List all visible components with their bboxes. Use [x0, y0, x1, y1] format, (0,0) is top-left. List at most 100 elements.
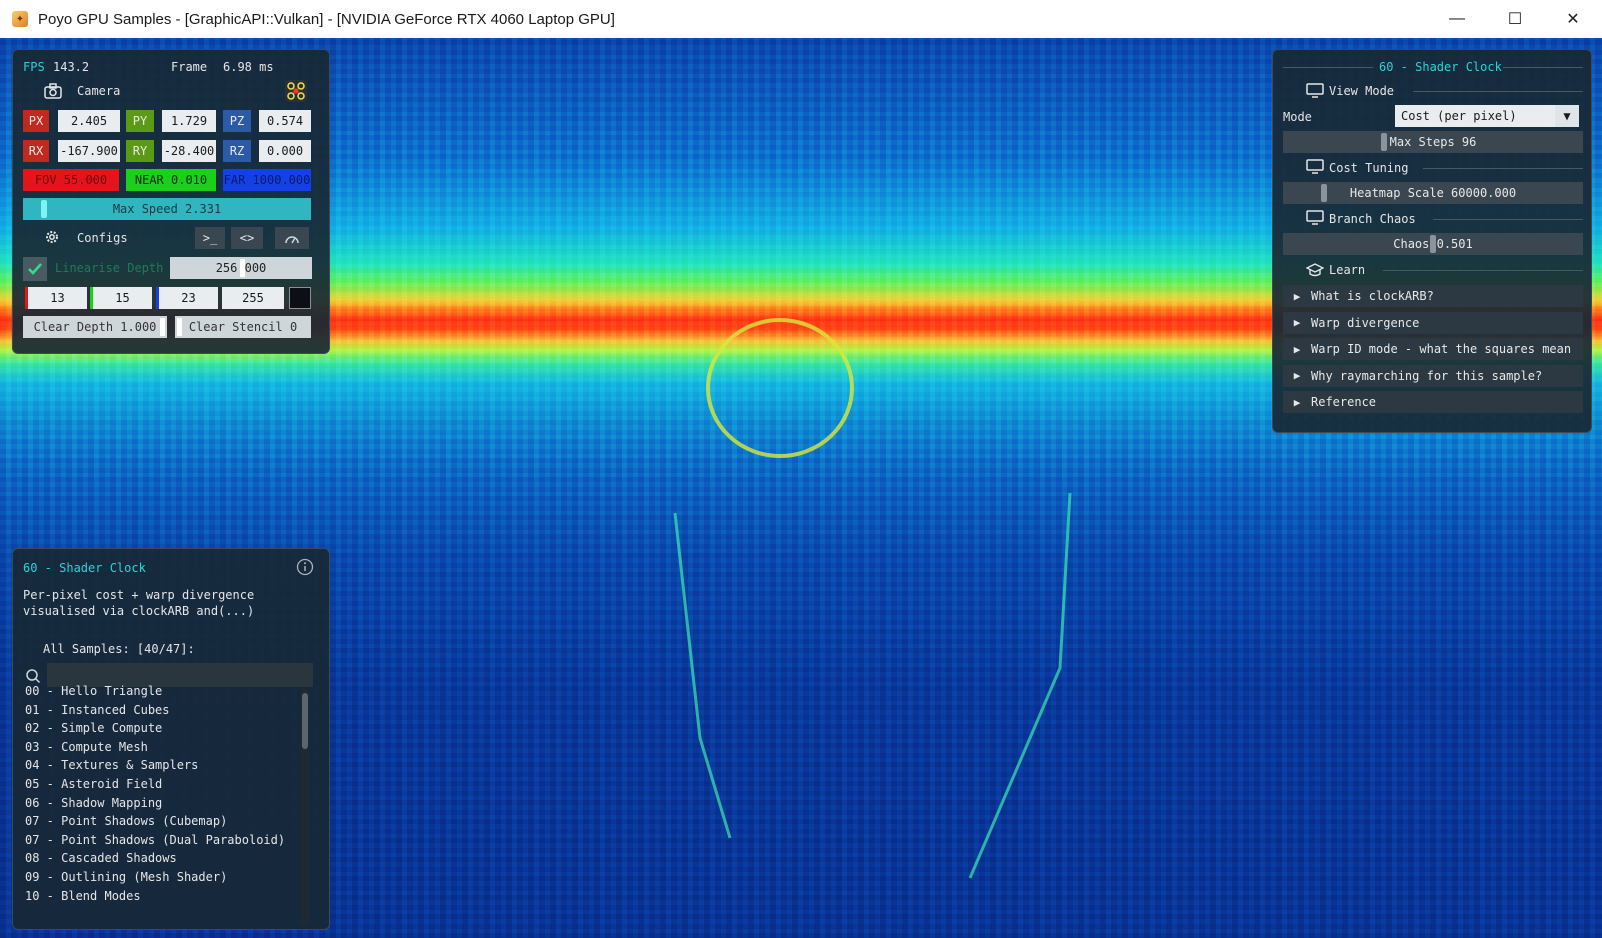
- sample-list-item[interactable]: 05 - Asteroid Field: [25, 777, 162, 791]
- rz-field[interactable]: 0.000: [259, 140, 311, 162]
- learn-item[interactable]: ▶ Warp divergence: [1283, 311, 1583, 334]
- clear-depth-grab[interactable]: [160, 318, 165, 336]
- expand-arrow-icon[interactable]: ▶: [1283, 290, 1311, 303]
- sample-list-item[interactable]: 07 - Point Shadows (Cubemap): [25, 814, 227, 828]
- info-icon[interactable]: [295, 557, 315, 577]
- clear-stencil-grab[interactable]: [177, 318, 182, 336]
- ry-field[interactable]: -28.400: [162, 140, 216, 162]
- close-button[interactable]: ✕: [1544, 0, 1602, 38]
- pz-field[interactable]: 0.574: [259, 110, 311, 132]
- expand-arrow-icon[interactable]: ▶: [1283, 343, 1311, 356]
- clear-g-field[interactable]: 15: [90, 287, 152, 309]
- rz-label: RZ: [223, 140, 251, 162]
- sample-title: 60 - Shader Clock: [23, 561, 146, 575]
- far-field[interactable]: FAR 1000.000: [223, 169, 311, 191]
- maximize-button[interactable]: ☐: [1486, 0, 1544, 38]
- drone-icon[interactable]: [285, 80, 307, 102]
- sample-list-item[interactable]: 02 - Simple Compute: [25, 721, 162, 735]
- window-title: Poyo GPU Samples - [GraphicAPI::Vulkan] …: [38, 10, 615, 28]
- configs-header[interactable]: Configs: [77, 231, 128, 245]
- camera-header[interactable]: Camera: [77, 84, 120, 98]
- mode-dropdown[interactable]: Cost (per pixel): [1395, 105, 1555, 127]
- clear-color-swatch[interactable]: [289, 287, 311, 309]
- near-field[interactable]: NEAR 0.010: [126, 169, 216, 191]
- branch-chaos-header[interactable]: Branch Chaos: [1329, 212, 1416, 226]
- linearise-label: Linearise Depth: [55, 261, 164, 275]
- expand-arrow-icon[interactable]: ▶: [1283, 396, 1311, 409]
- chaos-slider[interactable]: Chaos 0.501: [1283, 233, 1583, 255]
- samples-panel: 60 - Shader Clock Per-pixel cost + warp …: [12, 548, 330, 930]
- learn-item[interactable]: ▶ Warp ID mode - what the squares mean: [1283, 338, 1583, 360]
- max-steps-slider[interactable]: Max Steps 96: [1283, 131, 1583, 153]
- px-field[interactable]: 2.405: [58, 110, 120, 132]
- cost-tuning-divider: [1423, 168, 1583, 169]
- learn-item[interactable]: ▶ Why raymarching for this sample?: [1283, 364, 1583, 387]
- view-mode-header[interactable]: View Mode: [1329, 84, 1394, 98]
- clear-b-field[interactable]: 23: [156, 287, 218, 309]
- branch-chaos-divider: [1433, 219, 1583, 220]
- learn-item[interactable]: ▶ What is clockARB?: [1283, 285, 1583, 307]
- max-steps-label: Max Steps 96: [1389, 135, 1477, 149]
- monitor-icon: [1305, 209, 1325, 227]
- learn-item-label: Reference: [1311, 395, 1377, 409]
- heatmap-scale-slider[interactable]: Heatmap Scale 60000.000: [1283, 182, 1583, 204]
- max-steps-grab[interactable]: [1381, 133, 1387, 151]
- clear-depth-slider[interactable]: Clear Depth 1.000: [23, 316, 167, 338]
- monitor-icon: [1305, 158, 1325, 176]
- fov-field[interactable]: FOV 55.000: [23, 169, 119, 191]
- sample-list-item[interactable]: 07 - Point Shadows (Dual Paraboloid): [25, 833, 285, 847]
- clear-a-field[interactable]: 255: [222, 287, 284, 309]
- py-label: PY: [126, 110, 154, 132]
- heatmap-scale-label: Heatmap Scale 60000.000: [1349, 186, 1517, 200]
- max-speed-slider[interactable]: Max Speed 2.331: [23, 198, 311, 220]
- camera-icon: [43, 82, 63, 100]
- learn-item-label: What is clockARB?: [1311, 289, 1434, 303]
- sample-description: Per-pixel cost + warp divergence visuali…: [23, 588, 255, 618]
- minimize-button[interactable]: —: [1428, 0, 1486, 38]
- heatmap-scale-grab[interactable]: [1321, 184, 1327, 202]
- terminal-icon[interactable]: >_: [195, 227, 225, 249]
- py-field[interactable]: 1.729: [162, 110, 216, 132]
- depth-grab[interactable]: [240, 259, 245, 277]
- expand-arrow-icon[interactable]: ▶: [1283, 369, 1311, 382]
- fps-value: 143.2: [53, 60, 90, 74]
- max-speed-grab[interactable]: [41, 200, 47, 218]
- px-label: PX: [23, 110, 49, 132]
- app-icon: ✦: [12, 11, 28, 27]
- learn-divider: [1383, 270, 1583, 271]
- clear-r-field[interactable]: 13: [25, 287, 87, 309]
- list-scrollbar[interactable]: [301, 689, 309, 925]
- sample-list-item[interactable]: 09 - Outlining (Mesh Shader): [25, 870, 227, 884]
- depth-slider[interactable]: 256.000: [170, 257, 312, 279]
- sample-list-item[interactable]: 04 - Textures & Samplers: [25, 758, 198, 772]
- code-icon[interactable]: <>: [231, 227, 263, 249]
- max-speed-label: Max Speed 2.331: [112, 202, 222, 216]
- learn-item-label: Warp ID mode - what the squares mean: [1311, 342, 1572, 356]
- list-scrollbar-thumb[interactable]: [302, 693, 308, 749]
- sample-list-item[interactable]: 03 - Compute Mesh: [25, 740, 148, 754]
- linearise-checkbox[interactable]: [23, 257, 47, 281]
- title-divider-left: [1283, 67, 1373, 68]
- sample-list-item[interactable]: 08 - Cascaded Shadows: [25, 851, 177, 865]
- sample-list-item[interactable]: 00 - Hello Triangle: [25, 684, 162, 698]
- gear-icon: [43, 228, 61, 246]
- chaos-grab[interactable]: [1430, 235, 1436, 253]
- clear-stencil-slider[interactable]: Clear Stencil 0: [175, 316, 311, 338]
- mode-label: Mode: [1283, 110, 1312, 124]
- rx-field[interactable]: -167.900: [58, 140, 120, 162]
- gauge-icon[interactable]: [275, 227, 309, 249]
- shader-clock-panel: 60 - Shader Clock View Mode Mode Cost (p…: [1272, 49, 1592, 433]
- cost-tuning-header[interactable]: Cost Tuning: [1329, 161, 1408, 175]
- learn-header[interactable]: Learn: [1329, 263, 1365, 277]
- chevron-down-icon[interactable]: ▼: [1555, 105, 1579, 127]
- sample-list-item[interactable]: 06 - Shadow Mapping: [25, 796, 162, 810]
- learn-item[interactable]: ▶ Reference: [1283, 391, 1583, 413]
- window-titlebar: ✦ Poyo GPU Samples - [GraphicAPI::Vulkan…: [0, 0, 1602, 38]
- right-panel-title: 60 - Shader Clock: [1379, 60, 1502, 74]
- clear-depth-label: Clear Depth 1.000: [33, 320, 157, 334]
- sample-list-item[interactable]: 10 - Blend Modes: [25, 889, 141, 903]
- rx-label: RX: [23, 140, 49, 162]
- frame-value: 6.98 ms: [223, 60, 274, 74]
- expand-arrow-icon[interactable]: ▶: [1283, 316, 1311, 329]
- sample-list-item[interactable]: 01 - Instanced Cubes: [25, 703, 170, 717]
